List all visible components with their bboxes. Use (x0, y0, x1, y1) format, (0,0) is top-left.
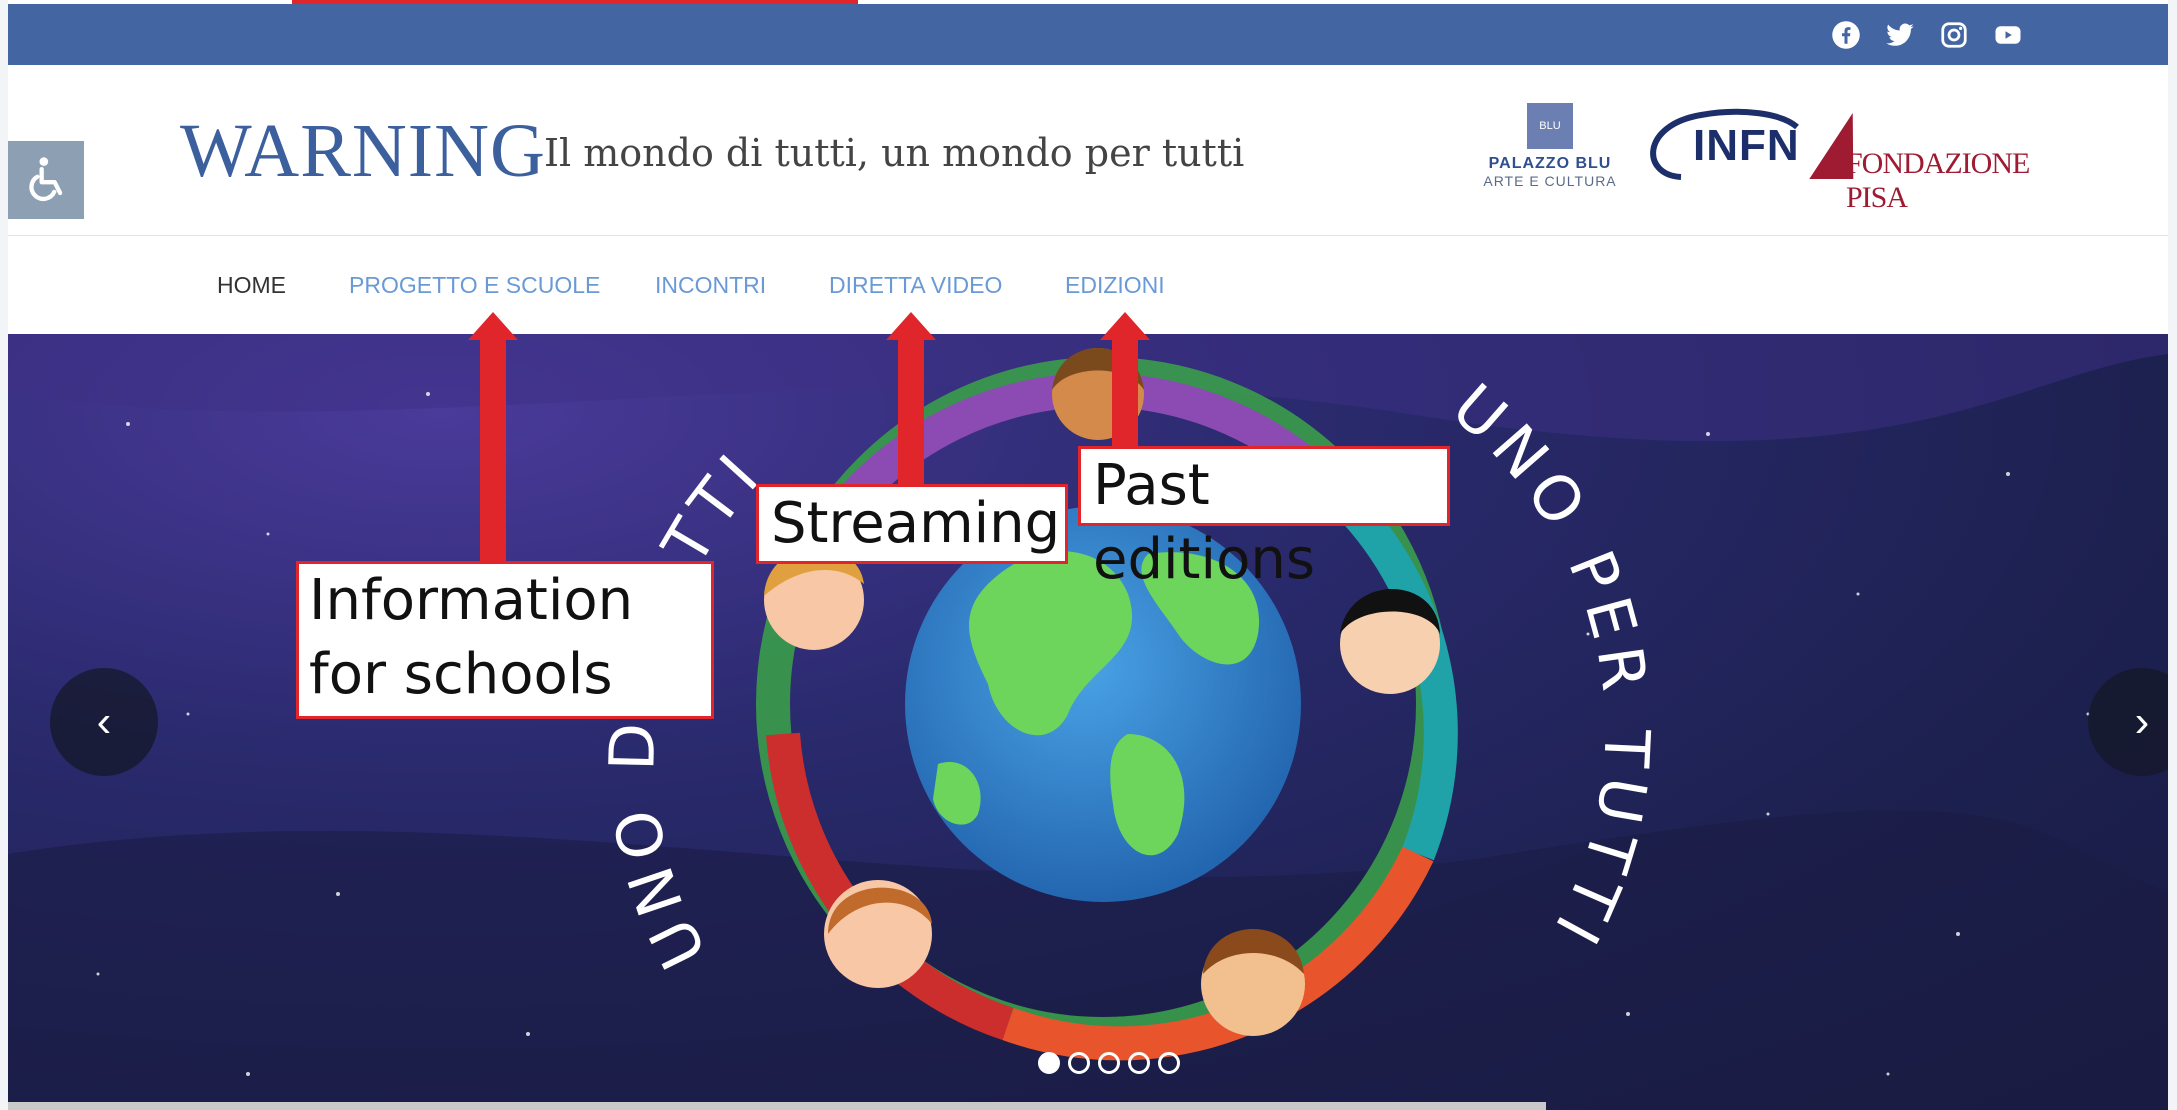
site-tagline: Il mondo di tutti, un mondo per tutti (544, 131, 1245, 175)
nav-edizioni[interactable]: EDIZIONI (1065, 274, 1165, 297)
horizontal-scrollbar[interactable] (8, 1102, 1546, 1110)
palazzo-blu-name: PALAZZO BLU (1488, 155, 1612, 172)
accessibility-button[interactable] (8, 141, 84, 219)
web-page: WARNING Il mondo di tutti, un mondo per … (8, 0, 2168, 1110)
nav-incontri[interactable]: INCONTRI (655, 274, 766, 297)
annotation-past-editions: Past editions (1078, 446, 1450, 592)
nav-diretta-video[interactable]: DIRETTA VIDEO (829, 274, 1002, 297)
palazzo-blu-logo[interactable]: BLU PALAZZO BLU ARTE E CULTURA (1480, 103, 1620, 189)
palazzo-blu-subtitle: ARTE E CULTURA (1483, 173, 1617, 189)
infn-logo[interactable]: INFN (1641, 105, 1801, 185)
fondazione-name: FONDAZIONE PISA (1846, 147, 2030, 214)
twitter-icon[interactable] (1884, 19, 1916, 51)
carousel-dot-3[interactable] (1098, 1052, 1120, 1074)
carousel-dot-1[interactable] (1038, 1052, 1060, 1074)
fondazione-pisa-logo[interactable]: FONDAZIONE PISA (1809, 113, 2050, 214)
instagram-icon[interactable] (1938, 19, 1970, 51)
facebook-icon[interactable] (1830, 19, 1862, 51)
site-header: WARNING Il mondo di tutti, un mondo per … (8, 65, 2168, 236)
site-logo[interactable]: WARNING (180, 113, 546, 189)
palazzo-blu-mark: BLU (1527, 103, 1573, 149)
youtube-icon[interactable] (1992, 19, 2024, 51)
carousel-indicators (1038, 1052, 1180, 1074)
carousel-dot-4[interactable] (1128, 1052, 1150, 1074)
annotation-arrow-past-editions (1100, 312, 1150, 452)
carousel-prev-button[interactable]: ‹ (50, 668, 158, 776)
annotation-schools: Information for schools (296, 561, 714, 719)
annotation-arrow-schools (468, 312, 518, 570)
chevron-left-icon: ‹ (96, 697, 112, 746)
wheelchair-icon (29, 157, 63, 202)
carousel-dot-5[interactable] (1158, 1052, 1180, 1074)
social-bar (8, 4, 2168, 65)
carousel-dot-2[interactable] (1068, 1052, 1090, 1074)
nav-home[interactable]: HOME (217, 274, 286, 297)
annotation-streaming: Streaming (756, 484, 1068, 564)
main-nav: HOME PROGETTO E SCUOLE INCONTRI DIRETTA … (8, 236, 2168, 334)
infn-name: INFN (1693, 121, 1800, 170)
annotation-arrow-streaming (886, 312, 936, 488)
chevron-right-icon: › (2134, 697, 2150, 746)
nav-progetto-e-scuole[interactable]: PROGETTO E SCUOLE (349, 274, 600, 297)
